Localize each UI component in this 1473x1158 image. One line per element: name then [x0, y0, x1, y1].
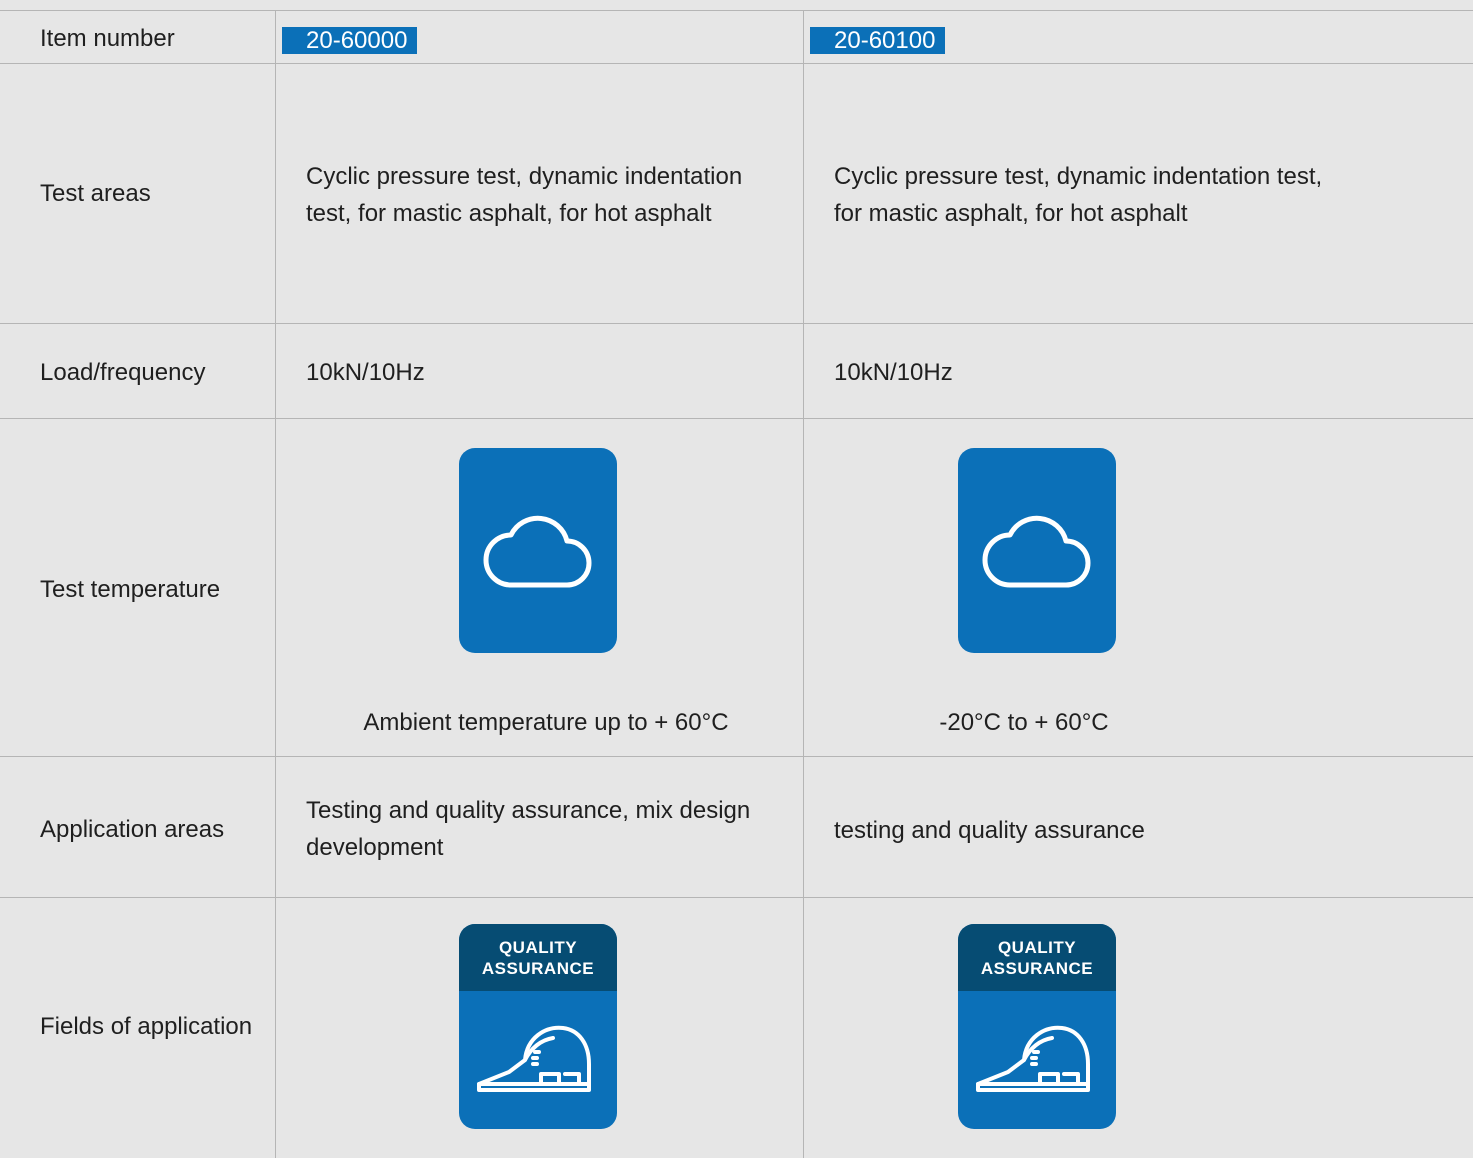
hard-hat-icon [976, 1025, 1090, 1092]
row-application-areas: Application areas Testing and quality as… [0, 756, 1473, 898]
load-frequency-value: 10kN/10Hz [834, 359, 953, 386]
row-label-cell: Fields of application [0, 898, 275, 1158]
product-2-cell: QUALITY ASSURANCE [803, 898, 1473, 1158]
row-label: Fields of application [40, 1013, 253, 1040]
product-1-cell: Testing and quality assurance, mix desig… [275, 757, 803, 898]
item-number-badge: 20-60000 [282, 27, 418, 54]
product-1-cell: Cyclic pressure test, dynamic indentatio… [275, 64, 803, 324]
row-label-cell: Load/frequency [0, 324, 275, 419]
temperature-tile [459, 448, 617, 653]
product-1-cell: QUALITY ASSURANCE [275, 898, 803, 1158]
row-label: Load/frequency [40, 359, 206, 386]
product-2-cell: 10kN/10Hz [803, 324, 1473, 419]
product-2-cell: 20-60100 [803, 11, 1473, 64]
test-areas-text: Cyclic pressure test, dynamic indentatio… [306, 163, 743, 227]
product-1-cell: 20-60000 [275, 11, 803, 64]
row-label-cell: Item number [0, 11, 275, 64]
quality-assurance-badge: QUALITY ASSURANCE [958, 924, 1116, 1129]
row-label: Test areas [40, 180, 151, 207]
temperature-caption: Ambient temperature up to + 60°C [363, 709, 729, 736]
row-label: Test temperature [40, 576, 221, 603]
application-areas-text: testing and quality assurance [834, 817, 1145, 844]
row-label-cell: Application areas [0, 757, 275, 898]
test-areas-text: Cyclic pressure test, dynamic indentatio… [834, 163, 1323, 227]
cloud-icon [483, 515, 592, 588]
cloud-icon [982, 515, 1091, 588]
application-areas-text: Testing and quality assurance, mix desig… [306, 797, 751, 861]
row-fields-of-application: Fields of application QUALITY ASSURANCE [0, 897, 1473, 1158]
row-label-cell: Test areas [0, 64, 275, 324]
temperature-tile [958, 448, 1116, 653]
badge-title: QUALITY ASSURANCE [459, 924, 617, 991]
product-1-cell: 10kN/10Hz [275, 324, 803, 419]
temperature-caption: -20°C to + 60°C [939, 709, 1109, 736]
product-1-cell: Ambient temperature up to + 60°C [275, 419, 803, 757]
row-label-cell: Test temperature [0, 419, 275, 757]
row-item-number: Item number 20-60000 20-60100 [0, 10, 1473, 64]
product-2-cell: testing and quality assurance [803, 757, 1473, 898]
row-label: Item number [40, 25, 175, 52]
row-label: Application areas [40, 816, 225, 843]
item-number-badge: 20-60100 [810, 27, 946, 54]
product-2-cell: -20°C to + 60°C [803, 419, 1473, 757]
row-test-areas: Test areas Cyclic pressure test, dynamic… [0, 63, 1473, 324]
badge-title: QUALITY ASSURANCE [958, 924, 1116, 991]
load-frequency-value: 10kN/10Hz [306, 359, 425, 386]
row-test-temperature: Test temperature Ambient temperature up … [0, 418, 1473, 757]
product-2-cell: Cyclic pressure test, dynamic indentatio… [803, 64, 1473, 324]
quality-assurance-badge: QUALITY ASSURANCE [459, 924, 617, 1129]
hard-hat-icon [477, 1025, 591, 1092]
row-load-frequency: Load/frequency 10kN/10Hz 10kN/10Hz [0, 323, 1473, 419]
